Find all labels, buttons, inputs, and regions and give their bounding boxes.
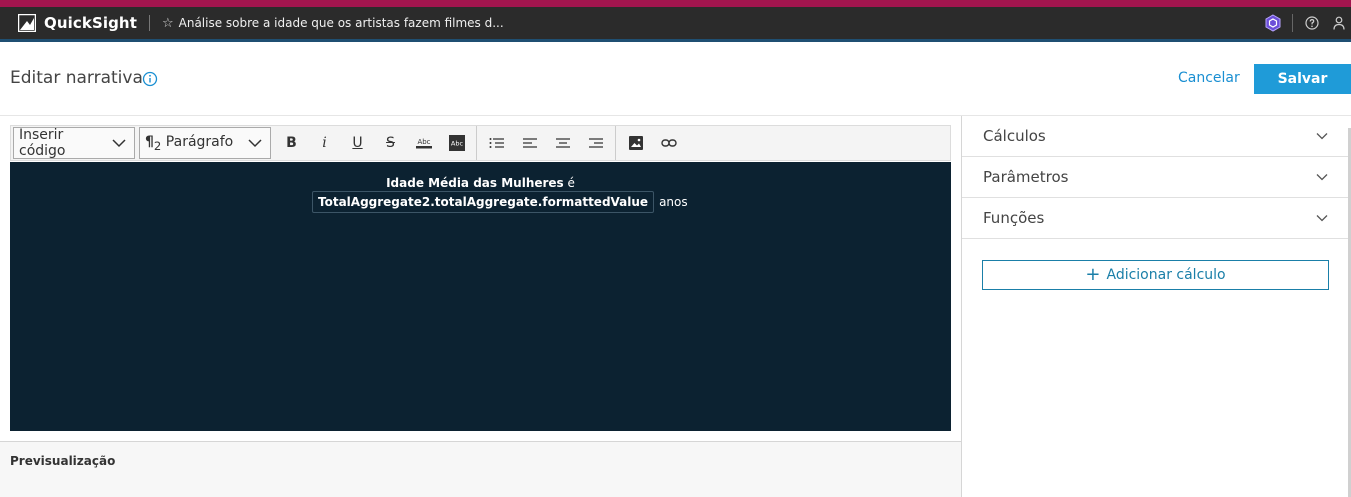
narrative-heading: Idade Média das Mulheres bbox=[386, 176, 564, 190]
help-icon[interactable] bbox=[1305, 16, 1319, 30]
image-icon bbox=[628, 136, 643, 150]
star-icon[interactable]: ☆ bbox=[162, 16, 174, 31]
chevron-down-icon bbox=[1316, 133, 1328, 140]
app-name: QuickSight bbox=[44, 14, 137, 32]
add-calculation-button[interactable]: + Adicionar cálculo bbox=[982, 260, 1329, 290]
accordion-functions[interactable]: Funções bbox=[962, 198, 1348, 239]
italic-icon: i bbox=[322, 135, 327, 151]
accordion-label: Funções bbox=[983, 209, 1045, 227]
preview-section: Previsualização bbox=[0, 441, 961, 497]
analysis-title[interactable]: Análise sobre a idade que os artistas fa… bbox=[179, 16, 504, 30]
page-title: Editar narrativa bbox=[10, 68, 143, 88]
accordion-parameters[interactable]: Parâmetros bbox=[962, 157, 1348, 198]
insert-code-label: Inserir código bbox=[19, 127, 66, 159]
text-color-icon: Abc bbox=[415, 138, 432, 149]
heading-level: 2 bbox=[153, 138, 162, 153]
bullet-list-button[interactable] bbox=[480, 127, 513, 159]
italic-button[interactable]: i bbox=[308, 127, 341, 159]
accordion-calculations[interactable]: Cálculos bbox=[962, 116, 1348, 157]
narrative-suffix: anos bbox=[659, 195, 688, 209]
toolbar-divider bbox=[615, 126, 616, 160]
align-right-button[interactable] bbox=[579, 127, 612, 159]
accordion-label: Parâmetros bbox=[983, 168, 1069, 186]
code-expression-chip[interactable]: TotalAggregate2.totalAggregate.formatted… bbox=[312, 191, 655, 213]
page-header: Editar narrativa Cancelar Salvar bbox=[0, 42, 1351, 116]
accordion-label: Cálculos bbox=[983, 127, 1046, 145]
paragraph-text: Parágrafo bbox=[165, 133, 234, 150]
browser-accent-strip bbox=[0, 0, 1351, 7]
svg-text:Abc: Abc bbox=[417, 138, 430, 146]
align-left-button[interactable] bbox=[513, 127, 546, 159]
strikethrough-button[interactable]: S bbox=[374, 127, 407, 159]
chevron-down-icon bbox=[112, 139, 126, 148]
add-calculation-label: Adicionar cálculo bbox=[1106, 267, 1226, 283]
narrative-editor[interactable]: Idade Média das Mulheres é TotalAggregat… bbox=[10, 162, 951, 431]
chevron-down-icon bbox=[248, 139, 262, 148]
narrative-line-title: Idade Média das Mulheres é bbox=[10, 176, 951, 190]
svg-text:Abc: Abc bbox=[450, 140, 463, 148]
underline-button[interactable]: U bbox=[341, 127, 374, 159]
align-center-icon bbox=[555, 138, 570, 148]
user-icon[interactable] bbox=[1333, 16, 1345, 30]
insert-image-button[interactable] bbox=[619, 127, 652, 159]
pilcrow-icon: ¶ bbox=[145, 133, 154, 150]
narrative-heading-tail: é bbox=[563, 176, 575, 190]
align-right-icon bbox=[588, 138, 603, 148]
side-panel: Cálculos Parâmetros Funções + Adicionar … bbox=[961, 116, 1351, 497]
top-navigation-bar: QuickSight ☆ Análise sobre a idade que o… bbox=[0, 7, 1351, 39]
bold-button[interactable]: B bbox=[275, 127, 308, 159]
bold-icon: B bbox=[286, 135, 297, 151]
text-color-button[interactable]: Abc bbox=[407, 127, 440, 159]
insert-code-dropdown[interactable]: Inserir código bbox=[13, 127, 135, 159]
hexagon-extension-icon[interactable] bbox=[1264, 14, 1282, 32]
highlight-button[interactable]: Abc bbox=[440, 127, 473, 159]
cancel-button[interactable]: Cancelar bbox=[1178, 70, 1240, 86]
highlight-icon: Abc bbox=[448, 135, 465, 151]
paragraph-style-label: ¶2 Parágrafo bbox=[145, 134, 248, 153]
bullet-list-icon bbox=[489, 138, 504, 148]
chevron-down-icon bbox=[1316, 174, 1328, 181]
info-icon[interactable] bbox=[142, 71, 158, 87]
strikethrough-icon: S bbox=[386, 135, 395, 151]
toolbar-divider bbox=[476, 126, 477, 160]
save-button[interactable]: Salvar bbox=[1254, 64, 1351, 94]
insert-link-button[interactable] bbox=[652, 127, 685, 159]
divider bbox=[148, 15, 150, 31]
plus-icon: + bbox=[1085, 264, 1101, 285]
editor-toolbar: Inserir código ¶2 Parágrafo B i U S Abc … bbox=[10, 125, 951, 161]
link-icon bbox=[660, 139, 677, 147]
align-left-icon bbox=[522, 138, 537, 148]
divider bbox=[1292, 14, 1293, 32]
narrative-line-value: TotalAggregate2.totalAggregate.formatted… bbox=[312, 191, 688, 213]
preview-label: Previsualização bbox=[10, 454, 116, 468]
chevron-down-icon bbox=[1316, 215, 1328, 222]
quicksight-logo-icon bbox=[18, 14, 36, 32]
underline-icon: U bbox=[352, 135, 363, 151]
quicksight-logo[interactable]: QuickSight bbox=[18, 14, 137, 32]
paragraph-style-dropdown[interactable]: ¶2 Parágrafo bbox=[139, 127, 271, 159]
align-center-button[interactable] bbox=[546, 127, 579, 159]
